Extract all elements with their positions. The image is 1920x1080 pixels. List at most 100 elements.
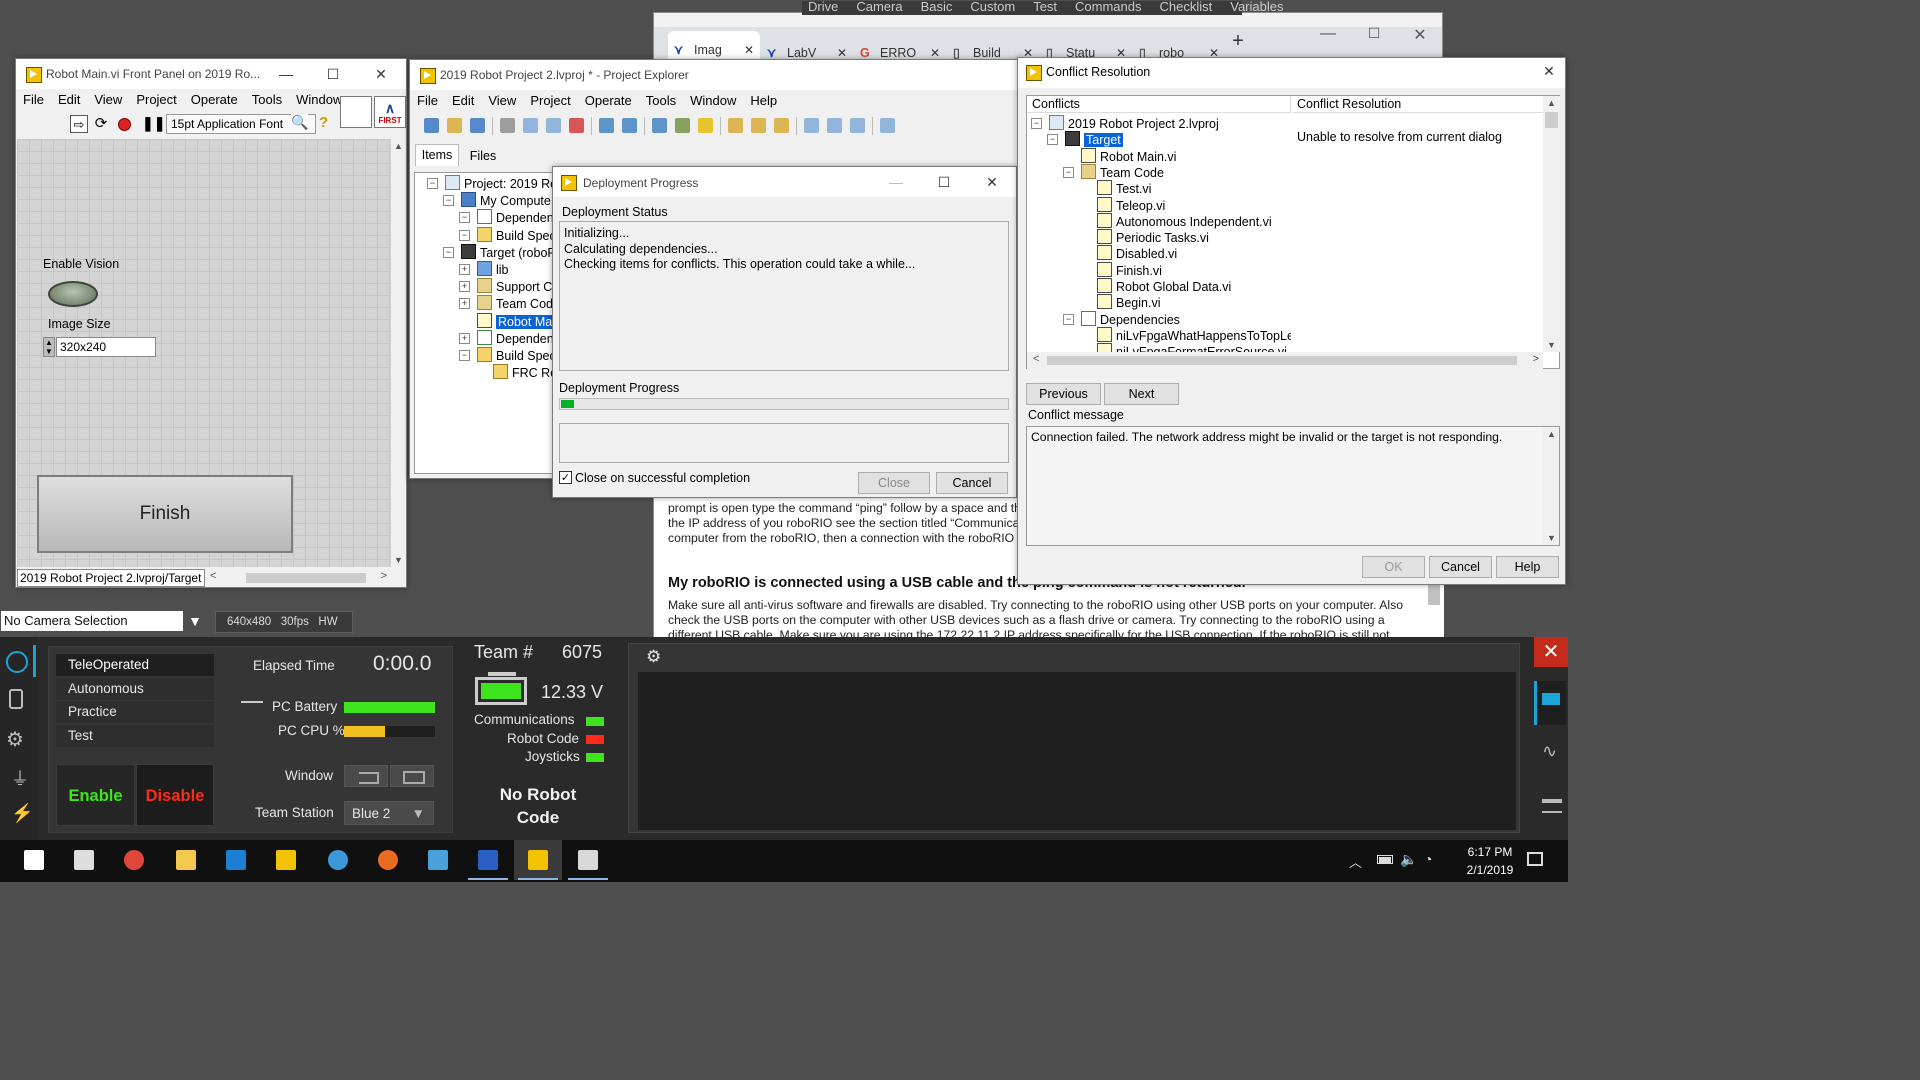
mode-autonomous[interactable]: Autonomous — [56, 677, 214, 700]
menu-item[interactable]: Project — [129, 90, 183, 110]
build-icon[interactable] — [599, 118, 614, 133]
filter-icon[interactable] — [850, 118, 865, 133]
tree-node[interactable]: Project: 2019 Rob — [445, 175, 564, 192]
expander-icon[interactable]: − — [1063, 313, 1074, 325]
maximize-button[interactable]: ☐ — [318, 63, 348, 85]
first-icon[interactable] — [464, 840, 512, 880]
tree-node[interactable]: Team Cod — [477, 295, 553, 312]
tree-node[interactable]: Robot Global Data.vi — [1097, 278, 1231, 295]
browser-maximize-button[interactable]: ☐ — [1362, 25, 1386, 49]
clock-date[interactable]: 2/1/2019 — [1452, 863, 1528, 877]
camera-select[interactable]: No Camera Selection — [1, 611, 183, 631]
expander-icon[interactable]: − — [459, 350, 470, 361]
abort-icon[interactable] — [118, 118, 131, 131]
tree-node[interactable]: Autonomous Independent.vi — [1097, 212, 1272, 230]
browser-top-tab[interactable]: Checklist — [1160, 0, 1213, 14]
menu-item[interactable]: Operate — [184, 90, 245, 110]
tree-node[interactable]: Dependen — [477, 329, 554, 347]
start-icon[interactable] — [10, 840, 58, 880]
tree-node[interactable]: Periodic Tasks.vi — [1097, 229, 1209, 246]
steering-wheel-icon[interactable] — [6, 651, 28, 673]
minimize-button[interactable]: — — [271, 63, 301, 85]
maps-icon[interactable] — [212, 840, 260, 880]
undo-icon[interactable] — [804, 118, 819, 133]
menu-item[interactable]: File — [16, 90, 51, 110]
conflict-vscroll[interactable]: ▲ ▼ — [1543, 96, 1560, 352]
browser-top-tab[interactable]: Camera — [856, 0, 902, 14]
chrome-icon[interactable] — [110, 840, 158, 880]
next-button[interactable]: Next — [1104, 383, 1179, 405]
browser-close-button[interactable]: ✕ — [1408, 25, 1432, 49]
pause-icon[interactable]: ❚❚ — [142, 115, 165, 132]
ni-icon[interactable] — [364, 840, 412, 880]
copy-icon[interactable] — [523, 118, 538, 133]
browser-top-tab[interactable]: Test — [1033, 0, 1057, 14]
expander-icon[interactable]: + — [459, 298, 470, 310]
window-normal-button[interactable] — [390, 765, 434, 787]
menu-item[interactable]: File — [410, 91, 445, 111]
maximize-button[interactable]: ☐ — [929, 171, 959, 193]
help-icon[interactable]: ? — [319, 114, 328, 131]
menu-item[interactable]: Project — [523, 91, 577, 111]
tree-node[interactable]: Robot Main.vi — [1081, 147, 1176, 165]
front-panel-hscroll[interactable]: < > — [206, 569, 391, 587]
dashboard-icon[interactable] — [414, 840, 462, 880]
expander-icon[interactable]: − — [459, 212, 470, 224]
menu-item[interactable]: Help — [743, 91, 784, 111]
chevron-down-icon[interactable]: ▼ — [184, 611, 206, 631]
tab-items[interactable]: Items — [415, 144, 459, 166]
gear-icon[interactable]: ⚙ — [646, 647, 661, 667]
tree-node[interactable]: Target (roboR — [461, 243, 556, 261]
finish-button[interactable]: Finish — [37, 475, 293, 553]
expander-icon[interactable]: − — [443, 246, 454, 258]
expander-icon[interactable]: − — [427, 178, 438, 189]
browser-top-tab[interactable]: Drive — [808, 0, 838, 14]
delete-icon[interactable] — [569, 118, 584, 133]
disable-button[interactable]: Disable — [136, 764, 214, 826]
tree-node[interactable]: Build Spec — [477, 226, 556, 244]
save-all-icon[interactable] — [470, 118, 485, 133]
expander-icon[interactable]: + — [459, 281, 470, 293]
both-icon[interactable] — [1542, 799, 1562, 813]
battery-tray-icon[interactable] — [1377, 855, 1393, 864]
expand-icon[interactable] — [728, 118, 743, 133]
expander-icon[interactable]: − — [1047, 134, 1058, 146]
browser-top-tab[interactable]: Basic — [921, 0, 953, 14]
search-icon[interactable]: 🔍 — [291, 114, 309, 131]
task-view-icon[interactable] — [60, 840, 108, 880]
tree-node[interactable]: Test.vi — [1097, 180, 1151, 197]
tree-node[interactable]: Finish.vi — [1097, 261, 1162, 279]
messages-icon[interactable] — [1536, 681, 1566, 725]
expander-icon[interactable]: + — [459, 264, 470, 275]
tree-node[interactable]: Support C — [477, 278, 552, 295]
ie-icon[interactable] — [314, 840, 362, 880]
menu-item[interactable]: View — [87, 90, 129, 110]
mode-practice[interactable]: Practice — [56, 701, 214, 723]
new-tab-button[interactable]: + — [1228, 31, 1248, 51]
volume-icon[interactable]: 🔈 — [1400, 851, 1417, 868]
expander-icon[interactable]: − — [1031, 118, 1042, 129]
expander-icon[interactable]: − — [443, 195, 454, 207]
menu-item[interactable]: Window — [683, 91, 743, 111]
gear-icon[interactable]: ⚙ — [6, 727, 24, 752]
browser-top-tab[interactable]: Variables — [1230, 0, 1283, 14]
tree-node[interactable]: Dependencies — [1081, 310, 1180, 328]
browser-scrollbar[interactable] — [1428, 585, 1440, 605]
window-docked-button[interactable] — [344, 765, 388, 787]
mode-teleoperated[interactable]: TeleOperated — [56, 654, 214, 676]
paste-icon[interactable] — [546, 118, 561, 133]
tree-node[interactable]: Target — [1065, 131, 1123, 148]
menu-item[interactable]: Operate — [578, 91, 639, 111]
close-button[interactable]: ✕ — [366, 63, 396, 85]
tree-node[interactable]: 2019 Robot Project 2.lvproj — [1049, 115, 1219, 132]
properties-icon[interactable] — [675, 118, 690, 133]
charts-icon[interactable]: ∿ — [1542, 741, 1557, 762]
view-icon[interactable] — [652, 118, 667, 133]
close-ds-button[interactable]: ✕ — [1534, 637, 1568, 667]
notifications-icon[interactable] — [1527, 852, 1543, 866]
wifi-icon[interactable]: ◔ — [1424, 851, 1432, 867]
expander-icon[interactable]: + — [459, 332, 470, 344]
show-hidden-icons[interactable]: ︿ — [1349, 852, 1362, 871]
warning-icon[interactable] — [698, 118, 713, 133]
enable-button[interactable]: Enable — [56, 764, 135, 826]
